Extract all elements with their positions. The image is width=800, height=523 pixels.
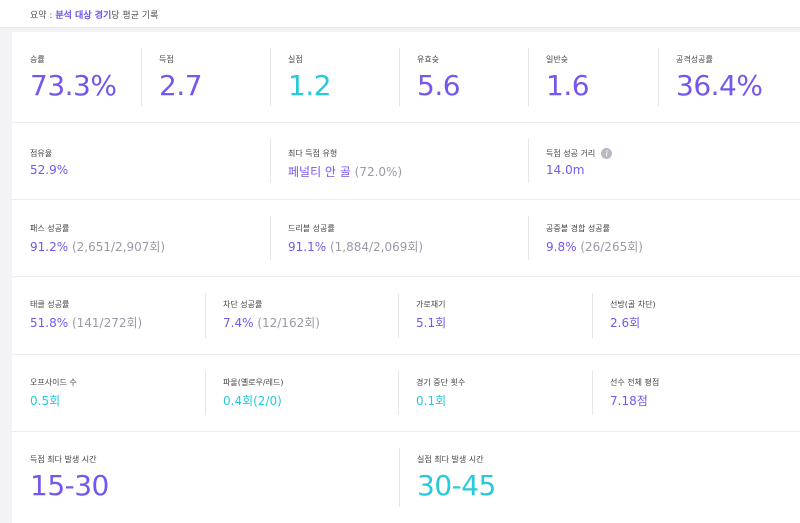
stats-row-timing: 득점 최다 발생 시간 15-30 실점 최다 발생 시간 30-45 [12, 432, 800, 523]
stat-label: 파울(옐로우/레드) [223, 378, 284, 387]
stat-label: 가로채기 [416, 300, 446, 309]
stat-label: 공중볼 경합 성공률 [546, 224, 610, 233]
stat-value: 91.2% [30, 240, 69, 254]
stat-aerial-success: 공중볼 경합 성공률 9.8% (26/265회) [528, 200, 800, 276]
stat-win-rate: 승률 73.3% [12, 32, 141, 122]
stat-label: 유효슛 [417, 55, 440, 64]
stat-stoppages: 경기 중단 횟수 0.1회 [398, 355, 592, 431]
stat-top-goal-type: 최다 득점 유형 페널티 안 골 (72.0%) [270, 123, 528, 199]
stat-label: 경기 중단 횟수 [416, 378, 466, 387]
stat-shots-on-target: 유효슛 5.6 [399, 32, 528, 122]
stat-fouls: 파울(옐로우/레드) 0.4회(2/0) [205, 355, 398, 431]
stat-value: 30-45 [417, 469, 496, 502]
stat-label: 선방(골 차단) [610, 300, 656, 309]
stat-value: 91.1% [288, 240, 327, 254]
stat-value: 9.8% [546, 240, 577, 254]
stat-value: 1.6 [546, 69, 590, 102]
stat-value-line: 51.8% (141/272회) [30, 314, 205, 331]
stat-value-line: 7.4% (12/162회) [223, 314, 398, 331]
stat-value: 1.2 [288, 69, 332, 102]
stat-value-detail: (26/265회) [576, 240, 643, 254]
stat-normal-shots: 일반슛 1.6 [528, 32, 658, 122]
stat-value: 0.5회 [30, 394, 61, 408]
summary-prefix: 요약 : [30, 11, 56, 21]
summary-suffix: 당 평균 기록 [111, 11, 159, 21]
stat-value: 73.3% [30, 69, 117, 102]
stat-label: 드리블 성공률 [288, 224, 335, 233]
stat-offsides: 오프사이드 수 0.5회 [12, 355, 205, 431]
stat-conceded-peak-time: 실점 최다 발생 시간 30-45 [399, 432, 800, 523]
stat-tackle-success: 태클 성공률 51.8% (141/272회) [12, 277, 205, 354]
stat-pass-success: 패스 성공률 91.2% (2,651/2,907회) [12, 200, 270, 276]
stat-value-line: 9.8% (26/265회) [546, 238, 800, 255]
stat-value: 36.4% [676, 69, 763, 102]
info-icon[interactable]: i [601, 148, 613, 159]
stat-value: 0.4회(2/0) [223, 394, 282, 408]
stat-label: 득점 [159, 55, 174, 64]
stat-goal-peak-time: 득점 최다 발생 시간 15-30 [12, 432, 399, 523]
stat-label: 차단 성공률 [223, 300, 263, 309]
stat-label: 득점 최다 발생 시간 [30, 455, 97, 464]
stats-row-possession: 점유율 52.9% 최다 득점 유형 페널티 안 골 (72.0%) 득점 성공… [12, 123, 800, 200]
stat-value: 7.18점 [610, 394, 648, 408]
stats-row-passing: 패스 성공률 91.2% (2,651/2,907회) 드리블 성공률 91.1… [12, 200, 800, 277]
stat-attack-success: 공격성공률 36.4% [658, 32, 800, 122]
stats-row-main: 승률 73.3% 득점 2.7 실점 1.2 유효슛 5.6 일반슛 1.6 공… [12, 32, 800, 123]
stat-value: 14.0m [546, 163, 585, 177]
stat-label: 실점 최다 발생 시간 [417, 455, 484, 464]
stat-goals: 득점 2.7 [141, 32, 270, 122]
summary-bar: 요약 : 분석 대상 경기당 평균 기록 [0, 0, 800, 28]
stat-saves: 선방(골 차단) 2.6회 [592, 277, 800, 354]
stat-value: 15-30 [30, 469, 109, 502]
stat-value-line: 91.1% (1,884/2,069회) [288, 238, 528, 255]
stat-value-line: 페널티 안 골 (72.0%) [288, 163, 528, 180]
stat-label: 오프사이드 수 [30, 378, 77, 387]
stats-row-defense: 태클 성공률 51.8% (141/272회) 차단 성공률 7.4% (12/… [12, 277, 800, 355]
stat-label: 태클 성공률 [30, 300, 70, 309]
stats-row-discipline: 오프사이드 수 0.5회 파울(옐로우/레드) 0.4회(2/0) 경기 중단 … [12, 355, 800, 432]
stat-value: 5.6 [417, 69, 461, 102]
stat-value-detail: (1,884/2,069회) [326, 240, 424, 254]
stat-dribble-success: 드리블 성공률 91.1% (1,884/2,069회) [270, 200, 528, 276]
stat-conceded: 실점 1.2 [270, 32, 399, 122]
stats-page: 요약 : 분석 대상 경기당 평균 기록 승률 73.3% 득점 2.7 실점 … [0, 0, 800, 523]
stat-goal-distance: 득점 성공 거리 i 14.0m [528, 123, 800, 199]
stat-label: 점유율 [30, 149, 53, 158]
stat-value-line: 14.0m [546, 163, 800, 177]
stat-value-detail: (12/162회) [253, 316, 320, 330]
stat-value: 0.1회 [416, 394, 447, 408]
stat-value-detail: (141/272회) [68, 316, 143, 330]
stat-value: 7.4% [223, 316, 254, 330]
stats-card: 승률 73.3% 득점 2.7 실점 1.2 유효슛 5.6 일반슛 1.6 공… [12, 32, 800, 523]
stat-label: 실점 [288, 55, 303, 64]
stat-player-rating: 선수 전체 평점 7.18점 [592, 355, 800, 431]
stat-value: 2.6회 [610, 316, 641, 330]
stat-value-line: 5.1회 [416, 314, 592, 331]
stat-value-line: 91.2% (2,651/2,907회) [30, 238, 270, 255]
stat-label: 승률 [30, 55, 45, 64]
stat-value-detail: (72.0%) [350, 165, 403, 179]
stat-value: 51.8% [30, 316, 69, 330]
stat-value-line: 2.6회 [610, 314, 800, 331]
summary-highlight: 분석 대상 경기 [55, 11, 112, 21]
stat-value: 5.1회 [416, 316, 447, 330]
stat-value-detail: (2,651/2,907회) [68, 240, 166, 254]
stat-label: 패스 성공률 [30, 224, 70, 233]
stat-label: 선수 전체 평점 [610, 378, 660, 387]
stat-label-text: 득점 성공 거리 [546, 149, 596, 158]
stat-label: 최다 득점 유형 [288, 149, 338, 158]
stat-possession: 점유율 52.9% [12, 123, 270, 199]
stat-label: 공격성공률 [676, 55, 713, 64]
stat-block-success: 차단 성공률 7.4% (12/162회) [205, 277, 398, 354]
stat-label: 일반슛 [546, 55, 569, 64]
stat-value-line: 52.9% [30, 163, 270, 177]
stat-value: 52.9% [30, 163, 69, 177]
stat-label: 득점 성공 거리 i [546, 148, 800, 159]
stat-interceptions: 가로채기 5.1회 [398, 277, 592, 354]
stat-value: 2.7 [159, 69, 203, 102]
stat-value: 페널티 안 골 [288, 165, 351, 179]
